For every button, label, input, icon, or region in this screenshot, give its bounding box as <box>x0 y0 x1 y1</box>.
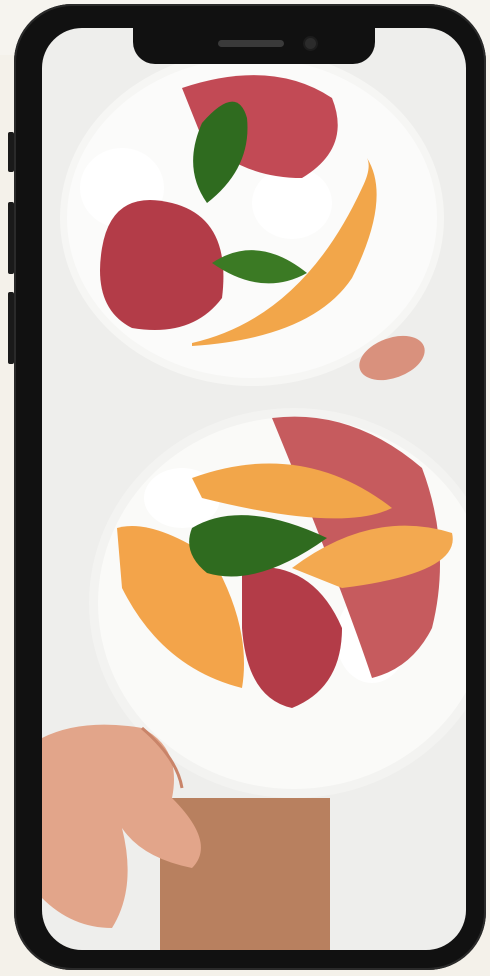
mozzarella <box>252 167 332 239</box>
phone-screen <box>42 28 466 950</box>
front-camera <box>305 38 316 49</box>
speaker-grille <box>218 40 284 47</box>
food-photo <box>42 28 466 950</box>
side-button-volume-down <box>8 292 14 364</box>
side-button-mute <box>8 132 14 172</box>
side-button-volume-up <box>8 202 14 274</box>
